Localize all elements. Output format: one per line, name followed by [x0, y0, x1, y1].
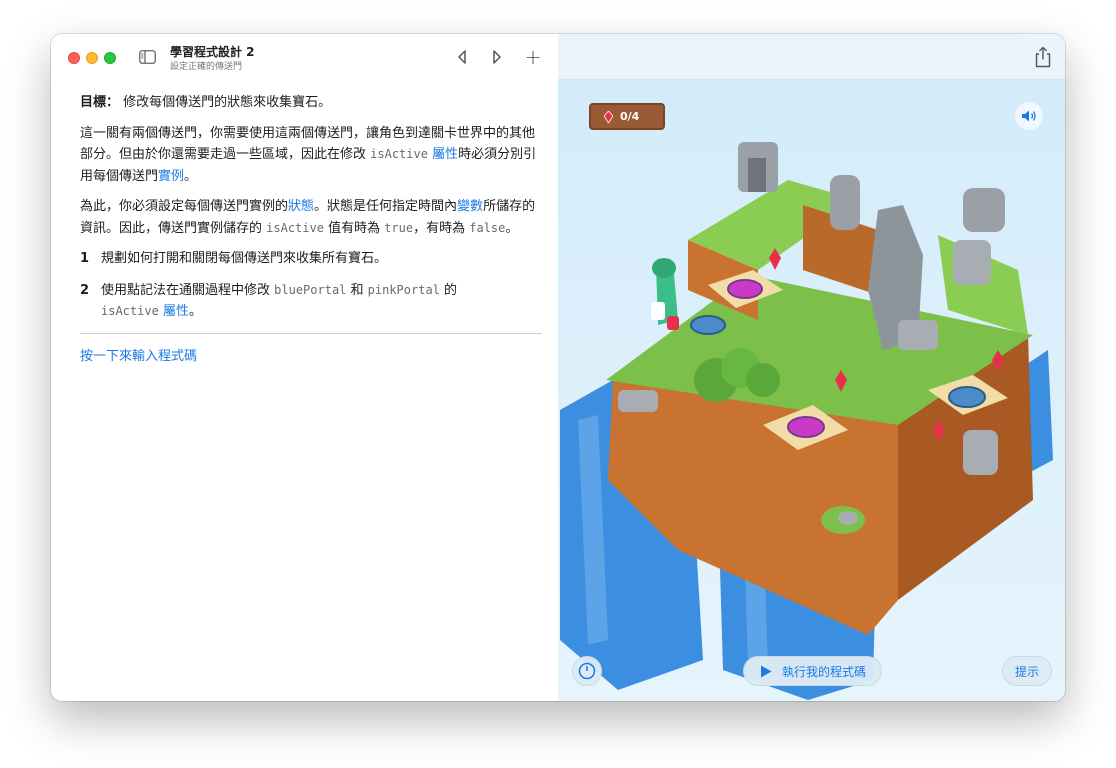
text-span: 的: [439, 282, 458, 298]
text-span: 。: [188, 304, 202, 319]
blue-portal: [690, 315, 726, 335]
goal-label: 目標：: [80, 95, 120, 110]
back-button[interactable]: [453, 48, 471, 66]
stone-arch-gap: [748, 158, 766, 192]
blue-portal: [948, 386, 986, 408]
goal-paragraph: 目標： 修改每個傳送門的狀態來收集寶石。: [80, 92, 544, 114]
text-span: 為此，你必須設定每個傳送門實例的: [80, 199, 289, 214]
pink-portal: [787, 416, 825, 438]
close-window-button[interactable]: [68, 52, 80, 64]
code-isactive: isActive: [101, 304, 159, 318]
step-list: 1 規劃如何打開和關閉每個傳送門來收集所有寶石。 2 使用點記法在通關過程中修改…: [80, 248, 544, 323]
character-head: [652, 258, 676, 278]
minimize-window-button[interactable]: [86, 52, 98, 64]
document-title: 學習程式設計 2: [170, 45, 255, 59]
text-span: 和: [346, 282, 368, 298]
speaker-icon: [1022, 110, 1036, 122]
glossary-link-property[interactable]: 屬性: [163, 304, 189, 319]
gem-count: 0/4: [620, 110, 640, 123]
sound-button[interactable]: [1015, 102, 1043, 130]
divider: [80, 332, 542, 334]
chevron-left-icon: [458, 50, 466, 64]
intro-paragraph: 這一關有兩個傳送門，你需要使用這兩個傳送門，讓角色到達關卡世界中的其他部分。但由…: [80, 123, 544, 188]
play-icon: [761, 665, 772, 677]
speed-button[interactable]: [572, 656, 602, 686]
text-span: ，有時為: [413, 220, 470, 236]
glossary-link-property[interactable]: 屬性: [432, 147, 458, 162]
puzzle-world-illustration: [560, 142, 1053, 700]
bush: [746, 363, 780, 397]
state-paragraph: 為此，你必須設定每個傳送門實例的狀態。狀態是任何指定時間內變數所儲存的資訊。因此…: [80, 196, 544, 239]
hint-button[interactable]: 提示: [1002, 656, 1052, 686]
step-item: 1 規劃如何打開和關閉每個傳送門來收集所有寶石。: [80, 248, 544, 270]
step-text: 規劃如何打開和關閉每個傳送門來收集所有寶石。: [101, 251, 388, 266]
glossary-link-variable[interactable]: 變數: [457, 199, 483, 214]
rock-cluster: [618, 390, 658, 412]
code-isactive: isActive: [266, 220, 324, 235]
enter-code-link[interactable]: 按一下來輸入程式碼: [80, 346, 544, 368]
code-true: true: [384, 220, 414, 235]
rock: [838, 511, 858, 525]
text-span: 值有時為: [323, 220, 385, 236]
run-code-label: 執行我的程式碼: [782, 664, 867, 679]
share-icon[interactable]: [1033, 46, 1053, 68]
glossary-link-state[interactable]: 狀態: [288, 199, 314, 214]
step-text: 使用點記法在通關過程中修改 bluePortal 和 pinkPortal 的 …: [101, 280, 457, 323]
gem-icon: [604, 110, 613, 123]
game-scene[interactable]: 0/4 執行我的程式碼 提示: [558, 80, 1065, 701]
rock-cluster: [963, 430, 998, 475]
run-code-button[interactable]: 執行我的程式碼: [743, 656, 882, 686]
zoom-window-button[interactable]: [104, 52, 116, 64]
titlebar: 學習程式設計 2 設定正確的傳送門 +: [51, 34, 558, 80]
step-number: 1: [80, 251, 90, 266]
speedometer-icon: [578, 662, 596, 680]
instructions-content: 目標： 修改每個傳送門的狀態來收集寶石。 這一關有兩個傳送門，你需要使用這兩個傳…: [80, 92, 544, 367]
instructions-pane: 學習程式設計 2 設定正確的傳送門 + 目標： 修改每個傳送門的狀態來收集寶石。…: [51, 34, 558, 701]
forward-button[interactable]: [488, 48, 506, 66]
step-number: 2: [80, 282, 90, 298]
pink-portal: [727, 279, 763, 299]
glossary-link-instance[interactable]: 實例: [158, 169, 184, 184]
step-item: 2 使用點記法在通關過程中修改 bluePortal 和 pinkPortal …: [80, 280, 544, 323]
character-backpack: [651, 302, 665, 320]
text-span: 。: [505, 220, 519, 236]
document-subtitle: 設定正確的傳送門: [170, 62, 243, 72]
stone-statue: [953, 240, 991, 285]
stone-statue: [830, 175, 860, 230]
sidebar-icon[interactable]: [139, 50, 156, 64]
gem-counter: 0/4: [589, 103, 665, 130]
goal-text: 修改每個傳送門的狀態來收集寶石。: [123, 95, 332, 110]
code-blueportal: bluePortal: [274, 282, 347, 297]
code-pinkportal: pinkPortal: [367, 282, 440, 297]
live-view-pane: 0/4 執行我的程式碼 提示: [558, 34, 1065, 701]
character-scarf: [667, 316, 679, 330]
app-window: 學習程式設計 2 設定正確的傳送門 + 目標： 修改每個傳送門的狀態來收集寶石。…: [51, 34, 1065, 701]
code-isactive: isActive: [370, 147, 428, 161]
rock-cluster: [898, 320, 938, 350]
text-span: 使用點記法在通關過程中修改: [101, 282, 275, 298]
text-span: 。: [184, 168, 198, 184]
chevron-right-icon: [493, 50, 501, 64]
text-span: 。狀態是任何指定時間內: [314, 199, 458, 214]
stone-statue: [963, 188, 1005, 232]
code-false: false: [469, 220, 506, 235]
add-page-button[interactable]: +: [524, 47, 542, 67]
live-view-toolbar: [558, 34, 1065, 80]
